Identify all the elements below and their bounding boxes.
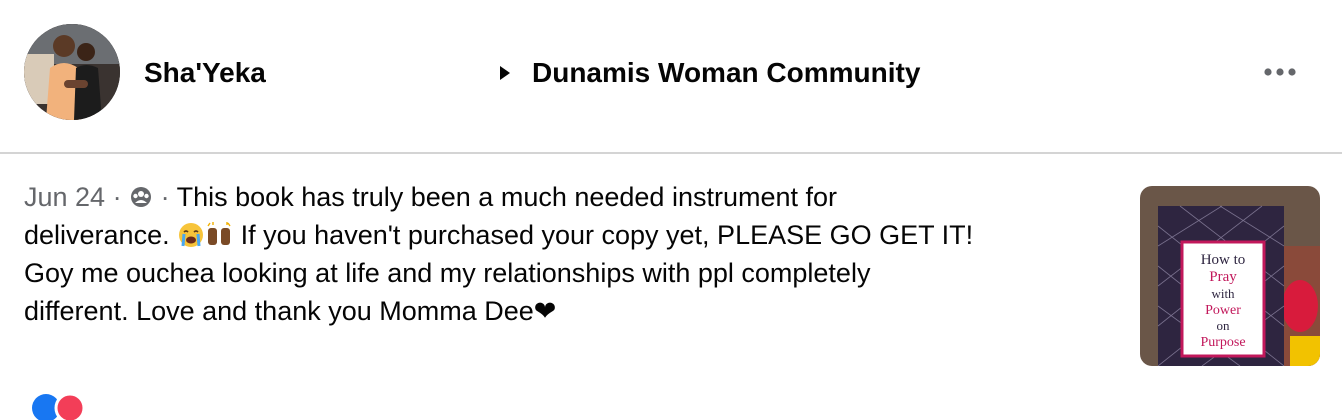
author-name[interactable]: Sha'Yeka [144, 57, 266, 89]
header-divider [0, 152, 1342, 154]
book-title-line: Power [1205, 303, 1241, 318]
book-cover-photo: How to Pray with Power on Purpose [1140, 186, 1320, 366]
book-title-line: Pray [1209, 269, 1237, 285]
author-avatar[interactable] [24, 24, 120, 120]
book-title-line: on [1217, 318, 1231, 333]
post-text-line-1: This book has truly been a much needed i… [176, 182, 838, 212]
book-title-line: Purpose [1200, 335, 1245, 350]
reaction-icons[interactable] [28, 390, 108, 420]
attached-photo[interactable]: How to Pray with Power on Purpose [1140, 186, 1320, 366]
love-reaction-icon [54, 392, 86, 420]
group-name-link[interactable]: Dunamis Woman Community [532, 57, 920, 89]
book-title-line: with [1211, 286, 1235, 301]
post-body: Jun 24 · · This book has truly been a mu… [24, 178, 1114, 330]
caret-right-icon [500, 66, 510, 80]
book-title-line: How to [1201, 252, 1246, 268]
post-text-line-4: different. Love and thank you Momma Dee❤ [24, 296, 557, 326]
post-date-link[interactable]: Jun 24 [24, 182, 105, 212]
meta-separator: · [160, 182, 170, 212]
group-privacy-icon[interactable] [129, 185, 153, 209]
avatar-photo [24, 24, 120, 120]
raising-hands-icon [207, 222, 231, 245]
more-options-icon[interactable] [1262, 64, 1298, 80]
post-text-line-2a: deliverance. [24, 220, 170, 250]
post-text-line-2b: If you haven't purchased your copy yet, … [240, 220, 974, 250]
crying-face-icon [179, 223, 204, 247]
post-header: Sha'Yeka Dunamis Woman Community [0, 0, 1342, 152]
post-text-line-3: Goy me ouchea looking at life and my rel… [24, 258, 871, 288]
meta-separator: · [112, 182, 122, 212]
